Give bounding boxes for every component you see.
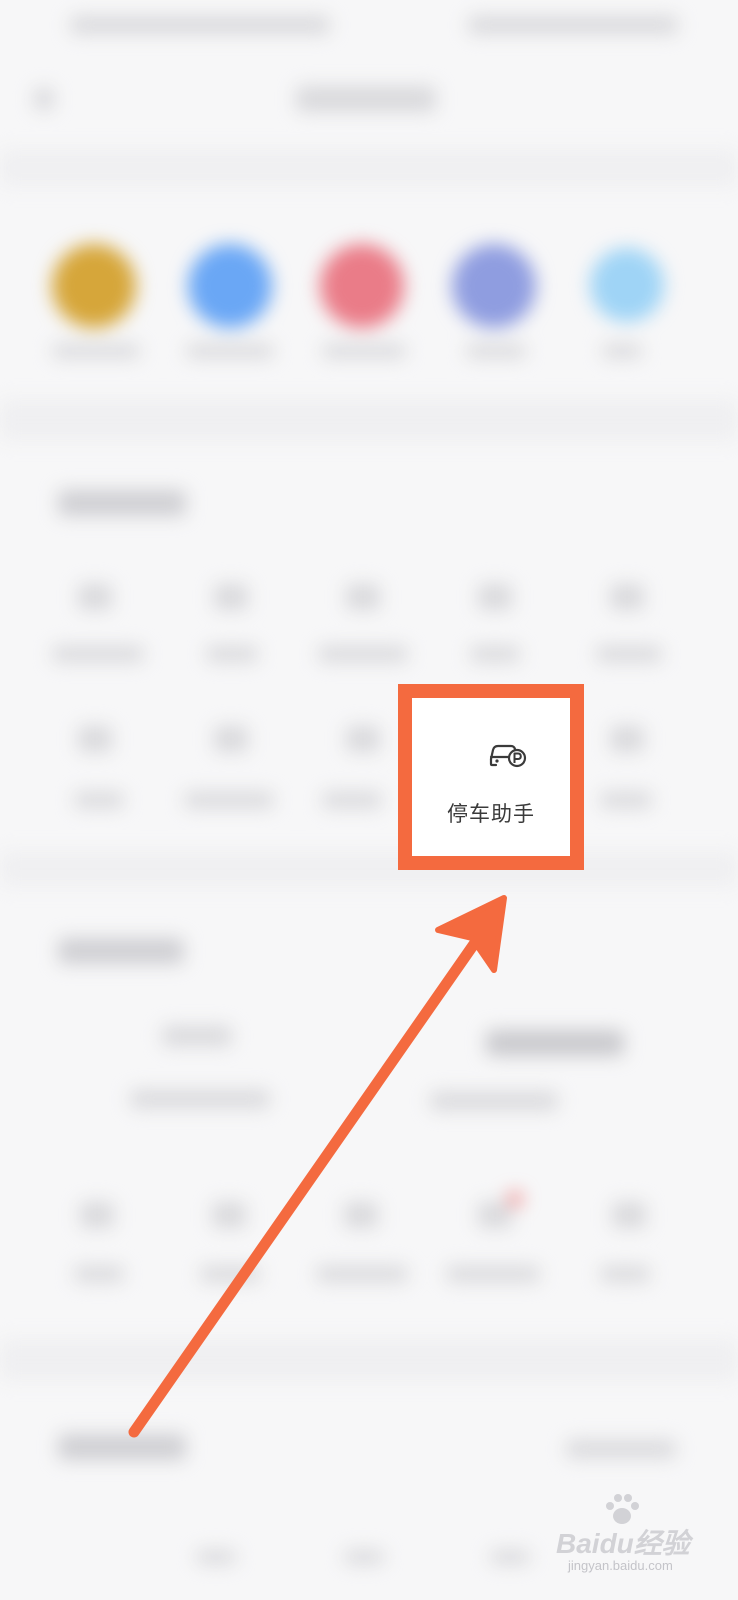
annotation-arrow [128,895,507,1438]
watermark-url: jingyan.baidu.com [568,1558,673,1573]
paw-logo-icon [606,1494,639,1524]
watermark-text: Baidu经验 [556,1528,690,1559]
baidu-watermark: Baidu经验 jingyan.baidu.com [556,1492,726,1573]
